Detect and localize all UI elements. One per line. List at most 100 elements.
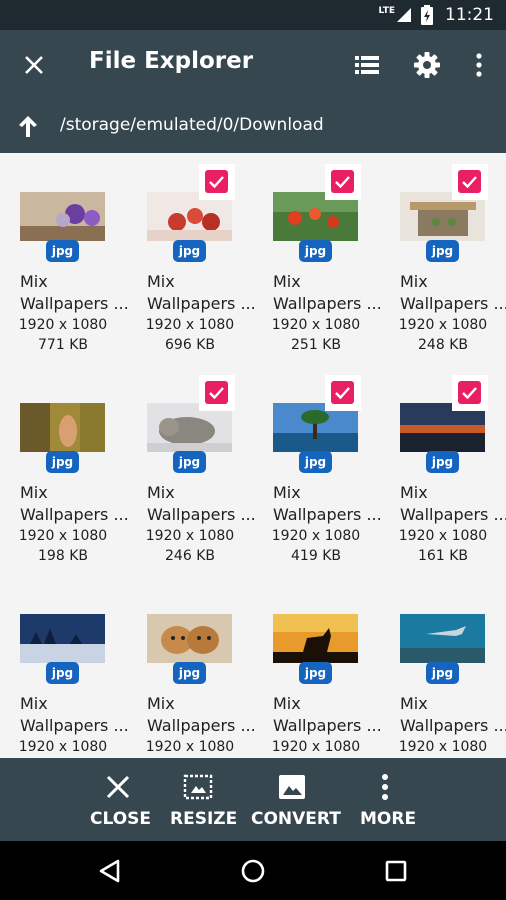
selection-checkbox[interactable] [199,375,235,411]
file-tile[interactable]: jpg Mix Wallpapers ... 1920 x 1080 [263,575,389,758]
image-icon [279,775,305,799]
file-tile[interactable]: jpg Mix Wallpapers ... 1920 x 1080 251 KB [263,153,389,353]
file-resolution: 1920 x 1080 [18,317,108,333]
selection-checkbox[interactable] [325,164,361,200]
close-button[interactable]: CLOSE [78,758,158,841]
file-tile[interactable]: jpg Mix Wallpapers ... 1920 x 1080 [137,575,263,758]
check-icon [335,387,350,400]
status-bar: LTE 11:21 [0,0,506,30]
check-icon [335,176,350,189]
more-vert-icon[interactable] [464,50,494,80]
page-title: File Explorer [89,48,254,74]
file-tile[interactable]: jpg Mix Wallpapers ... 1920 x 1080 [10,575,136,758]
file-name: Mix Wallpapers ... [400,694,506,735]
file-name: Mix Wallpapers ... [20,483,129,524]
file-resolution: 1920 x 1080 [271,528,361,544]
file-tile[interactable]: jpg Mix Wallpapers ... 1920 x 1080 771 KB [10,153,136,353]
close-icon[interactable] [20,51,48,79]
check-icon [462,387,477,400]
gear-icon[interactable] [412,50,442,80]
file-tile[interactable]: jpg Mix Wallpapers ... 1920 x 1080 419 KB [263,364,389,564]
convert-label: CONVERT [251,809,341,829]
back-icon[interactable] [96,857,124,885]
file-name: Mix Wallpapers ... [147,272,256,313]
file-size: 161 KB [418,548,468,564]
check-icon [462,176,477,189]
file-size: 246 KB [165,548,215,564]
convert-button[interactable]: CONVERT [246,758,341,841]
file-type-badge: jpg [299,662,332,684]
thumbnail [20,614,105,663]
more-button[interactable]: MORE [352,758,418,841]
more-vert-icon [382,774,388,800]
file-name: Mix Wallpapers ... [147,483,256,524]
check-icon [209,176,224,189]
system-nav-bar [0,841,506,900]
check-icon [209,387,224,400]
battery-charging-icon [421,5,433,25]
file-grid[interactable]: jpg Mix Wallpapers ... 1920 x 1080 771 KB… [0,153,506,758]
screen: LTE 11:21 File Explorer /storage/emulate… [0,0,506,900]
list-view-icon[interactable] [352,50,382,80]
file-name: Mix Wallpapers ... [400,272,506,313]
file-name: Mix Wallpapers ... [20,272,129,313]
resize-button[interactable]: RESIZE [162,758,238,841]
file-size: 696 KB [165,337,215,353]
file-name: Mix Wallpapers ... [20,694,129,735]
selection-checkbox[interactable] [325,375,361,411]
thumbnail [147,614,232,663]
file-size: 251 KB [291,337,341,353]
file-resolution: 1920 x 1080 [271,739,361,755]
recents-icon[interactable] [382,857,410,885]
selection-checkbox[interactable] [452,375,488,411]
file-type-badge: jpg [46,662,79,684]
file-tile[interactable]: jpg Mix Wallpapers ... 1920 x 1080 [390,575,506,758]
file-type-badge: jpg [173,662,206,684]
thumbnail [400,614,485,663]
arrow-up-icon[interactable] [14,112,42,140]
file-resolution: 1920 x 1080 [145,317,235,333]
home-icon[interactable] [239,857,267,885]
file-resolution: 1920 x 1080 [18,739,108,755]
path-bar: /storage/emulated/0/Download [0,100,506,153]
file-tile[interactable]: jpg Mix Wallpapers ... 1920 x 1080 246 KB [137,364,263,564]
file-resolution: 1920 x 1080 [18,528,108,544]
clock: 11:21 [445,5,494,25]
thumbnail [20,192,105,241]
file-size: 771 KB [38,337,88,353]
file-resolution: 1920 x 1080 [398,317,488,333]
file-size: 198 KB [38,548,88,564]
file-tile[interactable]: jpg Mix Wallpapers ... 1920 x 1080 161 KB [390,364,506,564]
file-resolution: 1920 x 1080 [398,528,488,544]
signal-icon [397,8,411,22]
thumbnail [273,614,358,663]
file-name: Mix Wallpapers ... [273,483,382,524]
file-resolution: 1920 x 1080 [271,317,361,333]
file-tile[interactable]: jpg Mix Wallpapers ... 1920 x 1080 696 KB [137,153,263,353]
file-type-badge: jpg [173,451,206,473]
file-type-badge: jpg [426,662,459,684]
file-type-badge: jpg [299,240,332,262]
resize-label: RESIZE [170,809,238,829]
file-size: 248 KB [418,337,468,353]
file-resolution: 1920 x 1080 [145,528,235,544]
file-tile[interactable]: jpg Mix Wallpapers ... 1920 x 1080 248 KB [390,153,506,353]
current-path: /storage/emulated/0/Download [60,115,324,135]
file-type-badge: jpg [173,240,206,262]
app-bar: File Explorer [0,30,506,100]
file-name: Mix Wallpapers ... [400,483,506,524]
file-name: Mix Wallpapers ... [273,694,382,735]
network-label: LTE [378,6,395,16]
close-icon [106,775,130,799]
file-type-badge: jpg [299,451,332,473]
file-size: 419 KB [291,548,341,564]
selection-checkbox[interactable] [199,164,235,200]
file-type-badge: jpg [426,240,459,262]
file-type-badge: jpg [46,240,79,262]
selection-checkbox[interactable] [452,164,488,200]
more-label: MORE [360,809,417,829]
file-tile[interactable]: jpg Mix Wallpapers ... 1920 x 1080 198 KB [10,364,136,564]
file-name: Mix Wallpapers ... [273,272,382,313]
file-resolution: 1920 x 1080 [398,739,488,755]
file-type-badge: jpg [426,451,459,473]
